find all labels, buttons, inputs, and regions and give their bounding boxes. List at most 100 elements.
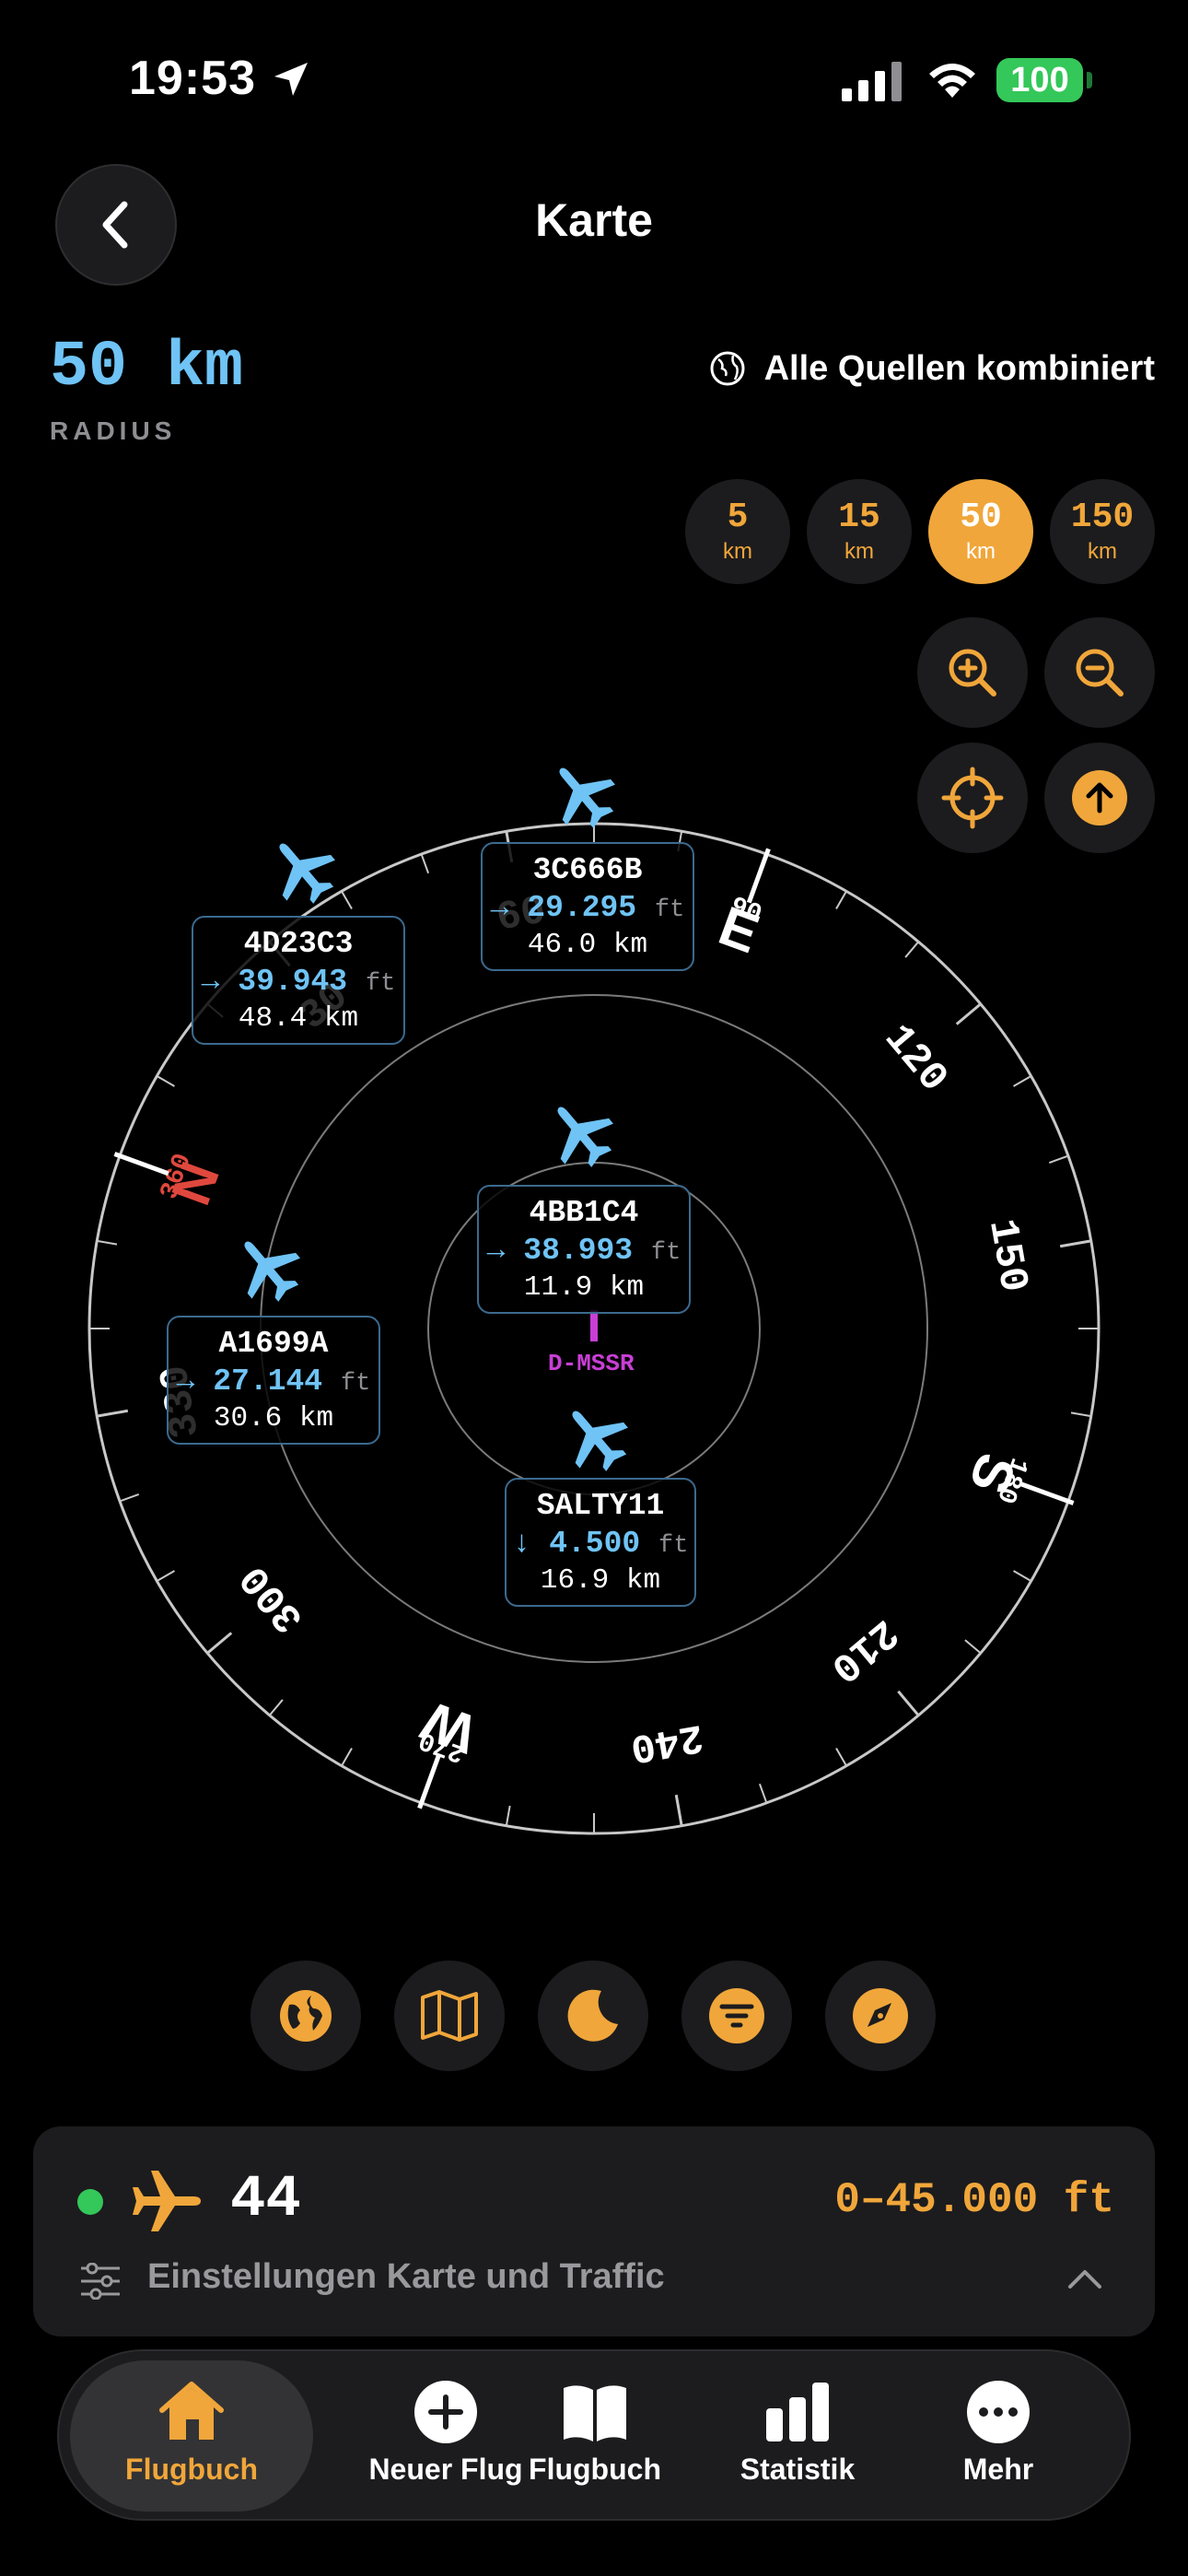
aircraft-distance: 30.6 km: [213, 1402, 334, 1434]
airplane-icon: [244, 1241, 300, 1302]
tab-flugbuch-home[interactable]: Flugbuch: [70, 2360, 313, 2512]
status-bar: 19:53 100: [0, 0, 1188, 147]
aircraft-callsign: 4D23C3: [243, 927, 354, 961]
aircraft-icon-4bb1c4[interactable]: [535, 1087, 626, 1178]
source-label: Alle Quellen kombiniert: [763, 348, 1155, 388]
tab-flugbuch[interactable]: Flugbuch: [494, 2360, 696, 2512]
range-value: 150: [1070, 498, 1135, 537]
compass-tick: [268, 1699, 284, 1716]
zoom-in-icon: [949, 649, 996, 697]
globe-icon: [710, 351, 745, 386]
aircraft-label-a1699a[interactable]: A1699A → 27.144 ft 30.6 km: [167, 1316, 380, 1445]
book-icon: [564, 2385, 626, 2441]
traffic-panel[interactable]: 44 0–45.000 ft Einstellungen Karte und T…: [33, 2126, 1155, 2336]
altitude-unit: ft: [340, 1370, 371, 1398]
altitude-unit: ft: [658, 1532, 689, 1560]
live-status-dot: [77, 2189, 103, 2215]
tab-mehr[interactable]: Mehr: [897, 2360, 1100, 2512]
status-time: 19:53: [129, 52, 256, 105]
zoom-in-button[interactable]: [917, 617, 1028, 728]
range-value: 50: [960, 498, 1002, 537]
aircraft-callsign: SALTY11: [536, 1489, 665, 1523]
range-50km-button[interactable]: 50 km: [928, 479, 1033, 584]
compass-tick: [97, 1239, 118, 1246]
aircraft-icon-4d23c3[interactable]: [257, 824, 348, 915]
compass-tick: [1048, 1154, 1069, 1165]
aircraft-altitude: 29.295: [527, 891, 637, 925]
aircraft-label-4d23c3[interactable]: 4D23C3 → 39.943 ft 48.4 km: [192, 916, 405, 1045]
cardinal-s: S: [958, 1446, 1029, 1502]
compass-tick: [505, 1805, 511, 1826]
aircraft-distance: 11.9 km: [523, 1271, 645, 1304]
location-arrow-icon: [274, 63, 308, 96]
range-unit: km: [844, 539, 874, 564]
map-style-button[interactable]: [394, 1961, 505, 2071]
aircraft-label-4bb1c4[interactable]: 4BB1C4 → 38.993 ft 11.9 km: [477, 1185, 691, 1314]
compass-tick: [156, 1570, 175, 1582]
compass-button[interactable]: [825, 1961, 936, 2071]
aircraft-altitude: 27.144: [213, 1364, 323, 1399]
tab-label: Statistik: [740, 2453, 856, 2486]
range-15km-button[interactable]: 15 km: [807, 479, 912, 584]
compass-degree-label: 300: [232, 1555, 314, 1641]
map-icon: [421, 1990, 478, 2042]
aircraft-altitude: 38.993: [523, 1234, 634, 1268]
range-150km-button[interactable]: 150 km: [1050, 479, 1155, 584]
tab-label: Flugbuch: [529, 2453, 661, 2486]
cellular-signal-icon: [842, 62, 902, 101]
zoom-out-button[interactable]: [1044, 617, 1155, 728]
range-unit: km: [723, 539, 752, 564]
compass-tick: [835, 890, 847, 909]
airplane-icon: [279, 843, 335, 904]
range-value: 15: [838, 498, 880, 537]
trend-arrow-icon: →: [486, 1234, 506, 1268]
compass-tick: [341, 890, 353, 909]
source-selector[interactable]: Alle Quellen kombiniert: [707, 348, 1155, 389]
compass-icon: [853, 1988, 908, 2043]
trend-arrow-icon: →: [490, 891, 509, 925]
aircraft-distance: 16.9 km: [540, 1564, 661, 1597]
airplane-icon: [557, 1107, 613, 1167]
night-mode-button[interactable]: [538, 1961, 648, 2071]
compass-tick: [206, 1632, 233, 1655]
aircraft-icon-a1699a[interactable]: [222, 1222, 313, 1313]
aircraft-callsign: 4BB1C4: [529, 1196, 639, 1230]
cardinal-tick: [1019, 1481, 1075, 1505]
page-title: Karte: [535, 194, 653, 246]
tab-bar: Flugbuch Neuer Flug Flugbuch Statistik M…: [57, 2349, 1131, 2521]
aircraft-label-3c666b[interactable]: 3C666B → 29.295 ft 46.0 km: [481, 842, 694, 971]
compass-tick: [97, 1409, 129, 1418]
globe-icon: [280, 1990, 332, 2042]
filter-button[interactable]: [681, 1961, 792, 2071]
radius-value: 50 km: [50, 332, 244, 404]
range-5km-button[interactable]: 5 km: [685, 479, 790, 584]
tab-statistik[interactable]: Statistik: [696, 2360, 899, 2512]
compass-tick: [119, 1493, 140, 1503]
altitude-range: 0–45.000 ft: [834, 2176, 1114, 2224]
compass-tick: [1013, 1570, 1032, 1582]
compass-tick: [758, 1783, 768, 1804]
aircraft-altitude: 39.943: [238, 965, 348, 999]
filter-icon: [709, 1988, 764, 2043]
range-unit: km: [966, 539, 996, 564]
aircraft-icon-salty11[interactable]: [550, 1391, 641, 1482]
compass-degree-label: 120: [874, 1016, 956, 1102]
compass-tick: [156, 1075, 175, 1087]
plus-circle-icon: [414, 2381, 477, 2443]
aircraft-label-salty11[interactable]: SALTY11 ↓ 4.500 ft 16.9 km: [505, 1478, 696, 1607]
altitude-unit: ft: [365, 970, 396, 998]
chevron-up-icon[interactable]: [1066, 2265, 1103, 2292]
airplane-icon: [572, 1411, 628, 1471]
moon-icon: [567, 1989, 618, 2042]
globe-view-button[interactable]: [250, 1961, 361, 2071]
zoom-out-icon: [1076, 649, 1124, 697]
compass-tick: [897, 1690, 920, 1716]
compass-tick: [1013, 1075, 1032, 1087]
altitude-unit: ft: [650, 1239, 681, 1267]
trend-arrow-icon: ↓: [512, 1527, 531, 1561]
settings-label: Einstellungen Karte und Traffic: [147, 2257, 665, 2296]
compass-tick: [1059, 1239, 1091, 1248]
tab-label: Mehr: [962, 2453, 1034, 2486]
bar-chart-icon: [766, 2383, 829, 2441]
aircraft-callsign: 3C666B: [532, 853, 643, 887]
